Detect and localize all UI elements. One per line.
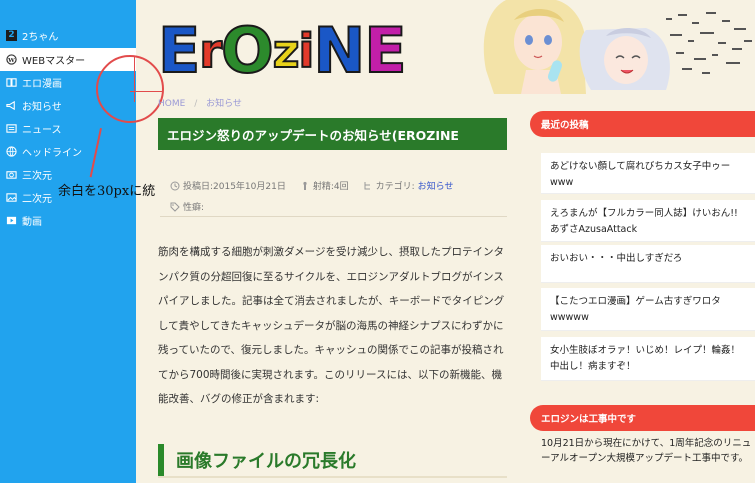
- logo-letter-z: z: [272, 23, 301, 79]
- annotation-circle: [96, 55, 164, 123]
- section-heading-underline: [158, 476, 507, 478]
- recent-posts-heading: 最近の投稿: [530, 111, 755, 137]
- sidebar-item-headline[interactable]: ヘッドライン: [0, 140, 136, 163]
- film-icon: [6, 215, 17, 226]
- breadcrumb-current[interactable]: お知らせ: [206, 99, 242, 109]
- folder-tree-icon: [363, 181, 373, 191]
- logo-letter-r: r: [198, 23, 223, 79]
- sidebar-item-label: ヘッドライン: [22, 148, 82, 159]
- tag-icon: [170, 202, 180, 212]
- logo-letter-e2: E: [363, 14, 407, 87]
- breadcrumb-separator: /: [194, 99, 198, 109]
- sidebar-item-label: ニュース: [22, 125, 62, 136]
- newspaper-icon: [6, 123, 17, 134]
- anime-banner-image: [483, 0, 752, 94]
- notice-text: 10月21日から現在にかけて、1周年記念のリニューアルオープン大規模アップデート…: [541, 438, 752, 464]
- category-link[interactable]: お知らせ: [418, 179, 454, 192]
- breadcrumb-home[interactable]: HOME: [158, 99, 185, 109]
- section-heading: 画像ファイルの冗長化: [158, 444, 507, 476]
- meta-category: カテゴリ: お知らせ: [363, 179, 454, 192]
- book-icon: [6, 77, 17, 88]
- logo-letter-e: E: [157, 14, 201, 87]
- square-2-icon: 2: [6, 30, 17, 41]
- site-logo[interactable]: E r O z i N E: [157, 12, 408, 87]
- article-meta: 投稿日:2015年10月21日 射精:4回 カテゴリ: お知らせ 性癖:: [170, 179, 507, 213]
- image-icon: [6, 192, 17, 203]
- sidebar-item-label: 二次元: [22, 194, 52, 205]
- meta-posted: 投稿日:2015年10月21日: [170, 179, 286, 192]
- recent-post-item[interactable]: あどけない顔して腐れびちカス女子中ゥーwww: [541, 153, 755, 194]
- annotation-crosshair-vertical: [134, 57, 135, 102]
- breadcrumb: HOME / お知らせ: [158, 96, 242, 109]
- sidebar-item-label: WEBマスター: [22, 56, 86, 67]
- recent-post-item[interactable]: 【こたつエロ漫画】ゲーム古すぎワロタwwwww: [541, 288, 755, 331]
- sidebar-item-label: 三次元: [22, 171, 52, 182]
- clock-icon: [170, 181, 180, 191]
- logo-letter-i: i: [298, 23, 316, 79]
- annotation-note: 余白を30pxに統: [58, 184, 156, 199]
- annotation-crosshair-horizontal: [130, 91, 162, 92]
- figure-icon: [300, 181, 310, 191]
- article-body: 筋肉を構成する細胞が刺激ダメージを受け減少し、摂取したプロテインタンパク質の分超…: [158, 246, 505, 405]
- sidebar-item-label: お知らせ: [22, 102, 62, 113]
- sidebar-item-video[interactable]: 動画: [0, 209, 136, 232]
- meta-fetish: 性癖:: [170, 200, 204, 213]
- sidebar-item-label: 動画: [22, 217, 42, 228]
- sidebar-item-label: 2ちゃん: [22, 32, 59, 43]
- sidebar-item-2ch[interactable]: 2 2ちゃん: [0, 24, 136, 47]
- article-title: エロジン怒りのアップデートのお知らせ(EROZINE: [158, 118, 507, 150]
- logo-letter-n: N: [312, 14, 366, 87]
- meta-divider: [160, 216, 507, 217]
- recent-post-item[interactable]: 女小生肢ぼオラァ！いじめ！レイプ！輪姦！中出し！病ますぞ！: [541, 337, 755, 381]
- recent-post-item[interactable]: おいおい・・・中出しすぎだろ: [541, 245, 755, 283]
- recent-post-item[interactable]: えろまんが【フルカラー同人誌】けいおん!!あずさAzusaAttack: [541, 200, 755, 242]
- megaphone-icon: [6, 100, 17, 111]
- svg-text:W: W: [7, 57, 15, 64]
- camera-icon: [6, 169, 17, 180]
- notice-heading: エロジンは工事中です: [530, 405, 755, 431]
- wordpress-icon: W: [6, 54, 17, 65]
- sidebar-item-label: エロ漫画: [22, 79, 62, 90]
- globe-icon: [6, 146, 17, 157]
- sidebar-item-news[interactable]: ニュース: [0, 117, 136, 140]
- site-header: E r O z i N E: [136, 0, 755, 94]
- logo-letter-o: O: [220, 14, 275, 87]
- meta-shots: 射精:4回: [300, 179, 349, 192]
